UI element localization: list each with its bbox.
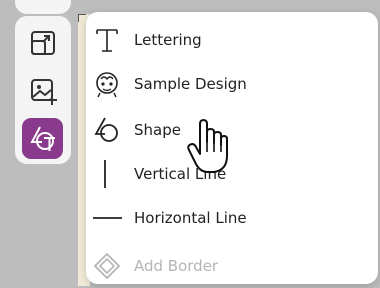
- tool-panel: [15, 16, 71, 164]
- tool-panel-top: [15, 0, 71, 14]
- shape-icon: [92, 115, 122, 145]
- menu-item-vertical-line[interactable]: Vertical Line: [86, 152, 378, 196]
- menu-item-label: Horizontal Line: [134, 209, 247, 227]
- menu-item-label: Shape: [134, 121, 181, 139]
- hand-pointer-cursor-icon: [186, 118, 230, 178]
- add-border-icon: [92, 251, 122, 281]
- canvas-corner-mark: [78, 14, 86, 22]
- add-shape-tool-button[interactable]: [22, 118, 63, 159]
- horizontal-line-icon: [92, 203, 122, 233]
- resize-tool-button[interactable]: [22, 22, 63, 63]
- menu-item-horizontal-line[interactable]: Horizontal Line: [86, 196, 378, 240]
- sample-design-icon: [92, 69, 122, 99]
- left-toolbar: [0, 0, 71, 286]
- menu-item-label: Add Border: [134, 257, 219, 275]
- lettering-t-icon: [92, 25, 122, 55]
- menu-item-add-border[interactable]: Add Border: [86, 244, 378, 288]
- vertical-line-icon: [92, 159, 122, 189]
- menu-item-sample-design[interactable]: Sample Design: [86, 62, 378, 106]
- resize-box-icon: [30, 30, 55, 55]
- menu-item-shape[interactable]: Shape: [86, 108, 378, 152]
- add-shape-text-icon: [29, 126, 55, 151]
- menu-item-label: Lettering: [134, 31, 202, 49]
- menu-item-lettering[interactable]: Lettering: [86, 18, 378, 62]
- menu-item-label: Sample Design: [134, 75, 247, 93]
- add-element-menu: Lettering Sample Design Shape Vertical L…: [86, 12, 378, 284]
- add-image-tool-button[interactable]: [22, 70, 63, 111]
- add-image-icon: [30, 78, 57, 105]
